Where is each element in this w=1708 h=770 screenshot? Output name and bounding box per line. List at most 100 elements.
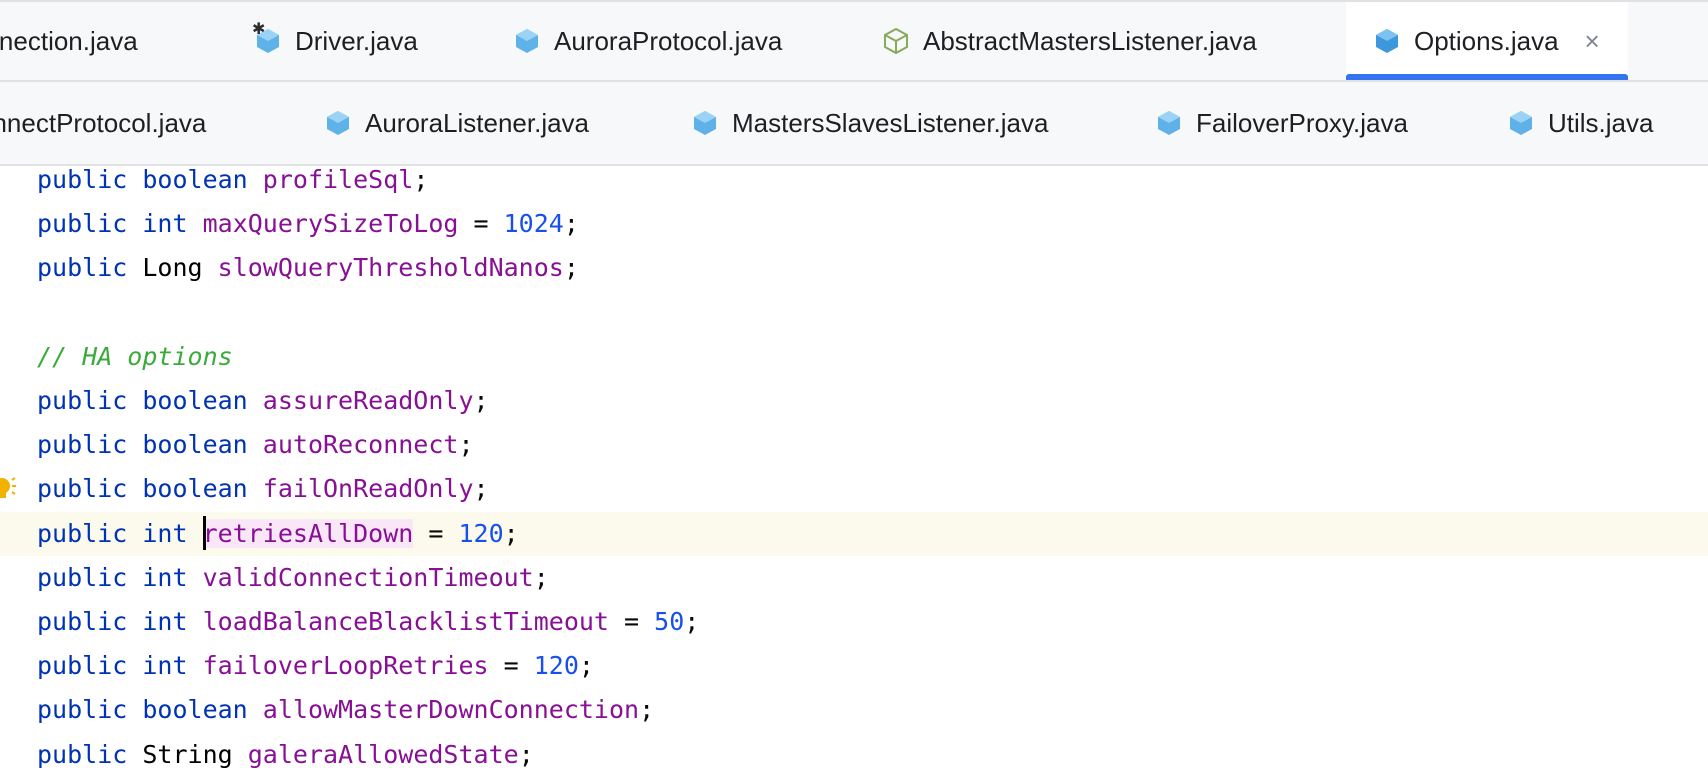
tab-mastersslaveslistener-java[interactable]: MastersSlavesListener.java (692, 82, 1092, 164)
punctuation (127, 607, 142, 636)
keyword: int (142, 651, 188, 681)
keyword: public (37, 430, 128, 460)
tab-failoverproxy-java[interactable]: FailoverProxy.java (1156, 82, 1456, 164)
code-line[interactable]: public boolean assureReadOnly; (0, 379, 1708, 423)
class-snowflake-icon: ✱ (252, 22, 281, 55)
code-line[interactable]: public int validConnectionTimeout; (0, 556, 1708, 600)
keyword: public (37, 209, 128, 239)
punctuation: ; (473, 386, 489, 415)
code-editor[interactable]: public boolean profileSql; public int max… (0, 166, 1708, 770)
editor-tabs-row-1: onnection.java ✱ Driver.java AuroraProto… (0, 0, 1708, 82)
keyword: public (37, 607, 128, 636)
punctuation (188, 563, 203, 592)
code-text: public boolean profileSql; (37, 166, 428, 202)
field-name: assureReadOnly (262, 386, 474, 415)
field-name: failoverLoopRetries (202, 651, 489, 681)
code-line-current[interactable]: public int retriesAllDown = 120; (0, 511, 1708, 556)
punctuation (127, 386, 142, 415)
class-icon (1374, 27, 1400, 55)
punctuation (248, 386, 263, 415)
code-line[interactable]: public boolean failOnReadOnly; (0, 467, 1708, 511)
punctuation: ; (639, 695, 655, 725)
keyword: boolean (142, 430, 248, 460)
keyword: int (142, 607, 188, 636)
tab-connection-java[interactable]: onnection.java (0, 2, 210, 80)
tab-label: AuroraProtocol.java (554, 25, 783, 56)
code-text: public Long slowQueryThresholdNanos; (37, 246, 579, 290)
keyword: public (37, 253, 128, 283)
code-text: public boolean failOnReadOnly; (37, 467, 489, 511)
code-text: public int retriesAllDown = 120; (37, 512, 519, 556)
punctuation: ; (473, 474, 489, 504)
punctuation (127, 651, 142, 680)
punctuation: = (488, 651, 534, 681)
punctuation: ; (578, 651, 594, 681)
code-line[interactable]: public boolean profileSql; (0, 166, 1708, 202)
tab-options-java[interactable]: Options.java × (1346, 2, 1628, 80)
close-icon[interactable]: × (1585, 26, 1600, 57)
code-text: public boolean autoReconnect; (37, 423, 474, 467)
lightbulb-icon[interactable] (0, 474, 16, 504)
code-line[interactable]: // HA options (0, 335, 1708, 379)
tab-utils-java[interactable]: Utils.java (1508, 82, 1708, 164)
keyword: public (37, 518, 128, 548)
code-text: public int maxQuerySizeToLog = 1024; (37, 202, 579, 246)
keyword: public (37, 562, 128, 592)
punctuation (248, 474, 263, 503)
code-line[interactable] (0, 291, 1708, 335)
punctuation: ; (503, 518, 519, 548)
punctuation: = (608, 607, 655, 636)
tab-label: AuroraListener.java (365, 107, 590, 138)
punctuation (127, 695, 142, 724)
tab-connectprotocol-java[interactable]: onnectProtocol.java (0, 82, 258, 164)
code-line[interactable]: public Long slowQueryThresholdNanos; (0, 246, 1708, 290)
number-literal: 1024 (503, 209, 564, 239)
keyword: int (142, 562, 188, 592)
punctuation (127, 474, 142, 503)
tab-label: onnection.java (0, 25, 138, 56)
class-icon (325, 109, 351, 137)
tab-auroraprotocol-java[interactable]: AuroraProtocol.java (514, 2, 814, 80)
code-line[interactable]: public boolean allowMasterDownConnection… (0, 688, 1708, 732)
tab-abstractmasterslistener-java[interactable]: AbstractMastersListener.java (883, 2, 1303, 80)
class-icon (1156, 109, 1182, 137)
tab-auroralistener-java[interactable]: AuroraListener.java (325, 82, 625, 164)
code-text: // HA options (37, 335, 233, 379)
punctuation (233, 740, 248, 769)
number-literal: 50 (654, 607, 685, 636)
field-name: loadBalanceBlacklistTimeout (202, 607, 609, 636)
code-text: public int validConnectionTimeout; (37, 556, 549, 600)
punctuation: ; (563, 253, 579, 283)
text-caret (202, 515, 206, 550)
code-line[interactable]: public int loadBalanceBlacklistTimeout =… (0, 600, 1708, 644)
tab-driver-java[interactable]: ✱ Driver.java (252, 2, 455, 80)
field-name: galeraAllowedState (247, 739, 519, 769)
keyword: boolean (142, 474, 248, 504)
punctuation (188, 607, 203, 636)
code-line[interactable]: public int failoverLoopRetries = 120; (0, 644, 1708, 688)
keyword: public (37, 386, 128, 415)
code-line[interactable]: public boolean autoReconnect; (0, 423, 1708, 467)
punctuation (127, 519, 142, 548)
code-text: public boolean allowMasterDownConnection… (37, 688, 654, 732)
type-name: Long (142, 253, 203, 283)
punctuation (248, 695, 263, 724)
field-name-highlighted: retriesAllDown (202, 518, 414, 548)
code-line[interactable]: public int maxQuerySizeToLog = 1024; (0, 202, 1708, 246)
keyword: boolean (142, 166, 248, 194)
class-icon (514, 27, 540, 55)
punctuation (127, 563, 142, 592)
editor-tabs-row-2: onnectProtocol.java AuroraListener.java … (0, 82, 1708, 166)
punctuation: ; (458, 430, 474, 460)
number-literal: 120 (533, 651, 579, 681)
class-icon (692, 109, 718, 137)
punctuation (188, 519, 203, 548)
tab-label: Utils.java (1548, 107, 1654, 138)
abstract-class-icon (883, 27, 909, 55)
code-line[interactable]: public String galeraAllowedState; (0, 733, 1708, 770)
punctuation (127, 430, 142, 459)
punctuation: ; (518, 739, 534, 769)
field-name: validConnectionTimeout (202, 562, 534, 592)
punctuation (188, 209, 203, 238)
code-text: public int failoverLoopRetries = 120; (37, 644, 594, 688)
